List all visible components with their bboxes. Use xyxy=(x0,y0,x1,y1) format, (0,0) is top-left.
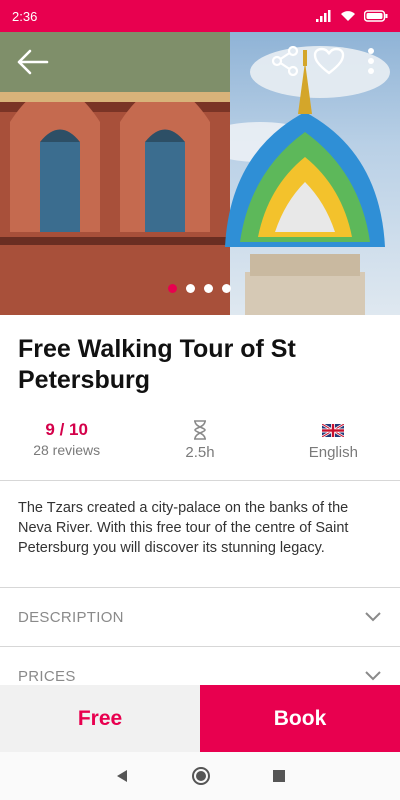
battery-icon xyxy=(364,10,388,22)
section-label: PRICES xyxy=(18,667,76,685)
rating-score: 9 / 10 xyxy=(45,420,88,439)
wifi-icon xyxy=(341,11,355,21)
share-icon xyxy=(271,46,299,76)
heart-icon xyxy=(313,47,345,75)
tour-stats: 9 / 10 28 reviews 2.5h English xyxy=(0,418,400,470)
section-label: DESCRIPTION xyxy=(18,608,124,626)
nav-recents-icon[interactable] xyxy=(273,770,285,782)
language-value: English xyxy=(308,444,358,461)
more-vert-icon xyxy=(368,48,374,74)
back-arrow-icon xyxy=(17,49,49,75)
description-section[interactable]: DESCRIPTION xyxy=(0,588,400,646)
carousel-indicator xyxy=(168,284,231,293)
carousel-dot-active[interactable] xyxy=(168,284,177,293)
status-bar: 2:36 xyxy=(0,0,400,32)
carousel-dot[interactable] xyxy=(186,284,195,293)
divider xyxy=(0,480,400,481)
duration-value: 2.5h xyxy=(185,444,215,461)
chevron-down-icon xyxy=(365,612,381,622)
language-stat: English xyxy=(267,418,400,470)
signal-icon xyxy=(316,10,331,22)
nav-back-icon[interactable] xyxy=(115,769,129,783)
hourglass-icon xyxy=(192,418,208,442)
bottom-action-bar: Free Book xyxy=(0,685,400,752)
free-price-button[interactable]: Free xyxy=(0,685,200,752)
system-nav-bar xyxy=(0,752,400,800)
back-button[interactable] xyxy=(12,46,52,78)
share-button[interactable] xyxy=(268,44,302,78)
duration-stat: 2.5h xyxy=(133,418,266,470)
rating-stat[interactable]: 9 / 10 28 reviews xyxy=(0,418,133,470)
carousel-dot[interactable] xyxy=(222,284,231,293)
status-icons xyxy=(316,10,388,22)
status-time: 2:36 xyxy=(12,8,38,24)
hero-image[interactable] xyxy=(0,32,400,315)
uk-flag-icon xyxy=(322,418,345,442)
nav-home-icon[interactable] xyxy=(191,766,211,786)
chevron-down-icon xyxy=(365,671,381,681)
tour-title: Free Walking Tour of St Petersburg xyxy=(18,335,296,394)
tour-summary: The Tzars created a city-palace on the b… xyxy=(18,500,349,556)
more-options-button[interactable] xyxy=(358,44,384,78)
favorite-button[interactable] xyxy=(310,44,348,78)
carousel-dot[interactable] xyxy=(204,284,213,293)
book-button[interactable]: Book xyxy=(200,685,400,752)
review-count: 28 reviews xyxy=(33,442,101,458)
